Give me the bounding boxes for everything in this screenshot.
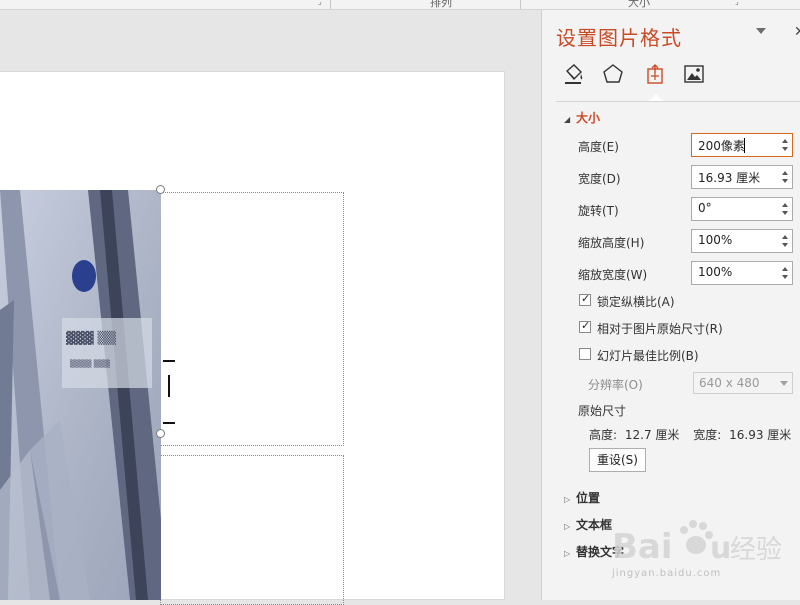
pane-options-dropdown-icon[interactable] <box>756 28 766 34</box>
scale-width-value: 100% <box>698 265 733 279</box>
rotation-spinner[interactable] <box>778 198 792 220</box>
chevron-down-icon <box>780 381 788 386</box>
spin-down-icon[interactable] <box>782 243 788 247</box>
original-size-heading: 原始尺寸 <box>578 404 627 418</box>
svg-text:经验: 经验 <box>730 535 782 565</box>
checkbox-unchecked[interactable] <box>579 348 591 360</box>
original-width-value: 16.93 厘米 <box>729 428 792 442</box>
text-caret <box>744 138 745 153</box>
scale-width-input[interactable]: 100% <box>691 261 793 285</box>
resolution-select: 640 x 480 <box>693 372 793 394</box>
section-position-header[interactable]: ▷ 位置 <box>564 489 600 506</box>
collapsed-triangle-icon: ▷ <box>564 522 571 531</box>
ribbon-group-size-label: 大小 <box>628 0 650 9</box>
scale-height-label: 缩放高度(H) <box>578 236 645 250</box>
ribbon-separator <box>330 0 331 9</box>
dialog-launcher-icon[interactable]: ⌟ <box>735 0 739 6</box>
slide-editor-area[interactable]: ▓▓▓ ▒▒ ▒▒▒▒ ▒▒▒ <box>0 10 541 605</box>
spin-down-icon[interactable] <box>782 147 788 151</box>
picture-icon[interactable] <box>682 62 706 86</box>
spin-up-icon[interactable] <box>782 139 788 143</box>
spin-up-icon[interactable] <box>782 267 788 271</box>
scale-height-value: 100% <box>698 233 733 247</box>
best-scale-slideshow-label: 幻灯片最佳比例(B) <box>597 349 699 363</box>
relative-original-size-label: 相对于图片原始尺寸(R) <box>597 322 723 336</box>
svg-text:u: u <box>710 531 731 566</box>
rotation-value: 0° <box>698 201 712 215</box>
rotation-input[interactable]: 0° <box>691 197 793 221</box>
section-textbox-header[interactable]: ▷ 文本框 <box>564 516 612 533</box>
original-height-label: 高度: <box>589 428 618 442</box>
width-label: 宽度(D) <box>578 172 621 186</box>
dialog-launcher-icon[interactable]: ⌟ <box>318 0 322 6</box>
width-value: 16.93 厘米 <box>698 171 761 185</box>
text-cursor-fragment <box>163 360 175 424</box>
rotation-label: 旋转(T) <box>578 204 619 218</box>
width-input[interactable]: 16.93 厘米 <box>691 165 793 189</box>
picture-content-icon: ▓▓▓ ▒▒ ▒▒▒▒ ▒▒▒ <box>0 190 161 600</box>
close-icon[interactable]: ✕ <box>794 24 800 40</box>
reset-button[interactable]: 重设(S) <box>589 448 646 472</box>
scale-width-label: 缩放宽度(W) <box>578 268 648 282</box>
ribbon-separator <box>520 0 521 9</box>
checkbox-checked[interactable]: ✓ <box>579 292 591 306</box>
svg-text:▓▓▓ ▒▒: ▓▓▓ ▒▒ <box>66 330 117 345</box>
scale-width-spinner[interactable] <box>778 262 792 284</box>
expanded-triangle-icon: ◢ <box>564 115 571 124</box>
lock-aspect-ratio-label: 锁定纵横比(A) <box>597 295 675 309</box>
svg-text:Bai: Bai <box>612 527 673 567</box>
check-icon: ✓ <box>581 292 591 305</box>
watermark-url: jingyan.baidu.com <box>612 568 722 579</box>
scale-height-spinner[interactable] <box>778 230 792 252</box>
spin-down-icon[interactable] <box>782 211 788 215</box>
scale-height-input[interactable]: 100% <box>691 229 793 253</box>
spin-up-icon[interactable] <box>782 235 788 239</box>
height-spinner[interactable] <box>778 134 792 156</box>
paint-bucket-icon[interactable] <box>561 62 585 86</box>
checkbox-checked[interactable]: ✓ <box>579 319 591 333</box>
original-width-label: 宽度: <box>693 428 722 442</box>
check-icon: ✓ <box>581 319 591 332</box>
width-spinner[interactable] <box>778 166 792 188</box>
baidu-paw-logo-icon: Bai u 经验 <box>612 520 782 567</box>
resolution-value: 640 x 480 <box>699 376 760 390</box>
resize-handle-top-right[interactable] <box>156 185 165 194</box>
height-value: 200像素 <box>698 139 745 153</box>
content-placeholder[interactable] <box>160 455 344 605</box>
spin-up-icon[interactable] <box>782 203 788 207</box>
content-placeholder[interactable] <box>160 192 344 446</box>
svg-text:▒▒▒▒ ▒▒▒: ▒▒▒▒ ▒▒▒ <box>70 359 111 368</box>
pane-title: 设置图片格式 <box>556 26 682 50</box>
original-height-value: 12.7 厘米 <box>624 428 680 442</box>
original-size-values: 高度: 12.7 厘米 宽度: 16.93 厘米 <box>589 426 795 443</box>
spin-down-icon[interactable] <box>782 179 788 183</box>
pane-divider <box>556 101 800 102</box>
spin-down-icon[interactable] <box>782 275 788 279</box>
collapsed-triangle-icon: ▷ <box>564 495 571 504</box>
spin-up-icon[interactable] <box>782 171 788 175</box>
section-size-header[interactable]: ◢ 大小 <box>564 109 600 126</box>
height-input[interactable]: 200像素 <box>691 133 793 157</box>
pentagon-icon[interactable] <box>601 62 625 86</box>
resolution-label: 分辨率(O) <box>588 378 643 392</box>
resize-handle-middle-right[interactable] <box>156 429 165 438</box>
selected-picture[interactable]: ▓▓▓ ▒▒ ▒▒▒▒ ▒▒▒ <box>0 190 161 600</box>
size-position-icon[interactable] <box>643 62 667 86</box>
ribbon-strip: ⌟ 排列 大小 ⌟ <box>0 0 800 10</box>
baidu-watermark: Bai u 经验 jingyan.baidu.com <box>612 512 800 592</box>
height-label: 高度(E) <box>578 140 619 154</box>
ribbon-group-arrange-label: 排列 <box>430 0 452 9</box>
collapsed-triangle-icon: ▷ <box>564 549 571 558</box>
